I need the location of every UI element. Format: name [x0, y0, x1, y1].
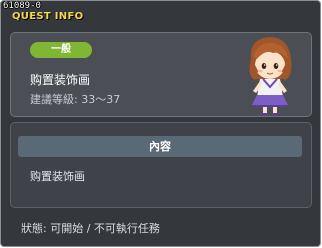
- quest-details-panel: 內容 购置装饰画: [10, 122, 312, 208]
- npc-portrait: [249, 37, 292, 116]
- quest-info-window: 61089-0 QUEST INFO 一般 购置装饰画 建議等級: 33～37: [0, 0, 321, 247]
- quest-summary-panel: 一般 购置装饰画 建議等級: 33～37: [10, 32, 312, 117]
- quest-status: 狀態: 可開始 / 不可執行任務: [21, 222, 160, 235]
- recommended-level: 建議等級: 33～37: [30, 93, 121, 106]
- content-text: 购置装饰画: [30, 170, 85, 183]
- category-badge: 一般: [30, 42, 92, 58]
- content-section-header: 內容: [18, 136, 302, 157]
- quest-name: 购置装饰画: [30, 73, 91, 87]
- quest-id: 61089-0: [3, 1, 41, 11]
- window-title: QUEST INFO: [12, 11, 84, 22]
